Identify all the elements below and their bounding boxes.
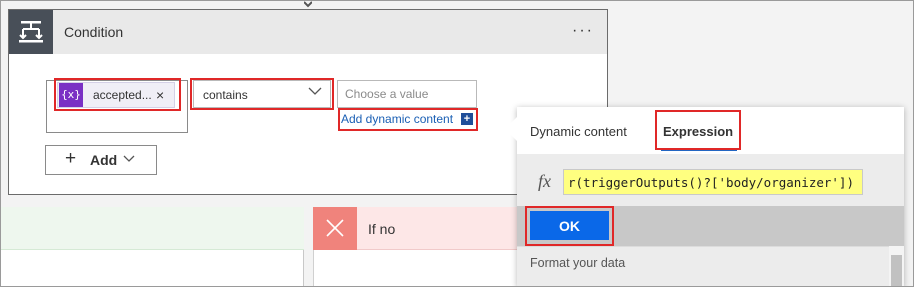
expression-input[interactable] <box>563 169 863 195</box>
if-no-label: If no <box>368 221 396 237</box>
add-dynamic-content-link[interactable]: Add dynamic content <box>341 112 453 126</box>
plus-icon: + <box>65 148 77 169</box>
chevron-down-icon <box>308 87 322 95</box>
ok-button[interactable]: OK <box>530 211 609 240</box>
tab-dynamic-content[interactable]: Dynamic content <box>530 124 627 139</box>
add-dynamic-plus-icon[interactable]: + <box>461 113 473 125</box>
condition-icon <box>9 10 53 54</box>
variable-icon: {x} <box>59 83 83 107</box>
active-tab-indicator <box>661 149 737 151</box>
format-data-label: Format your data <box>530 256 626 270</box>
fx-icon: fx <box>538 171 551 191</box>
operator-label: contains <box>203 88 248 102</box>
panel-scrollbar-thumb[interactable] <box>891 255 902 287</box>
connector-arrow-icon <box>304 1 312 8</box>
chevron-down-icon <box>123 155 135 162</box>
token-label: accepted... <box>93 88 152 102</box>
close-icon[interactable]: × <box>156 87 164 103</box>
x-icon <box>313 207 357 250</box>
panel-pointer <box>505 117 517 141</box>
add-button-label: Add <box>90 152 118 168</box>
more-options-button[interactable]: ··· <box>572 22 594 40</box>
if-yes-header[interactable] <box>0 207 304 250</box>
condition-title: Condition <box>64 24 124 40</box>
value-input[interactable] <box>337 80 477 108</box>
tab-expression[interactable]: Expression <box>663 124 733 139</box>
